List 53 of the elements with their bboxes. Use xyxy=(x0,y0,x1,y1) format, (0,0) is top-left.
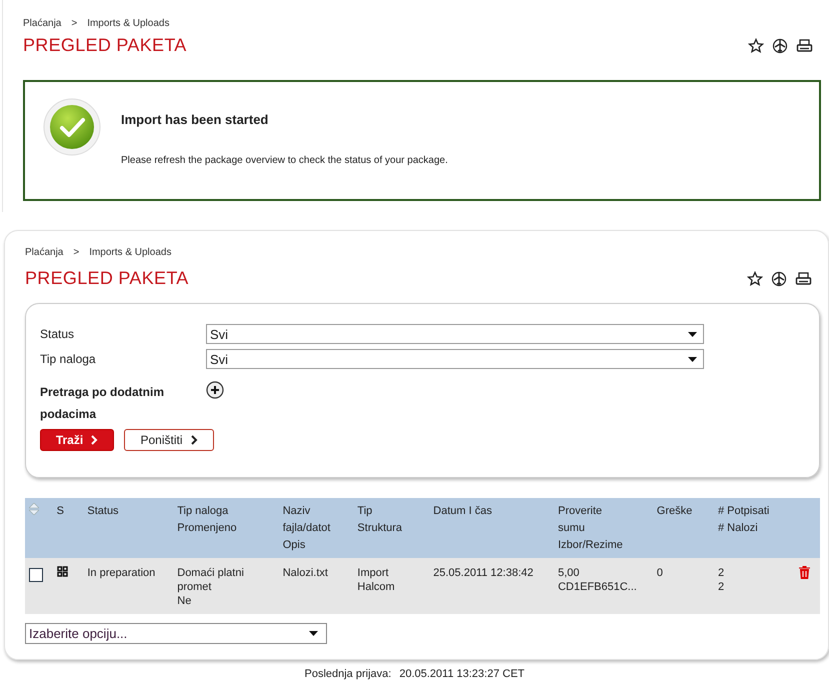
table-cell: In preparation xyxy=(83,558,174,614)
column-header: Status xyxy=(83,498,174,558)
print-icon[interactable] xyxy=(796,38,813,54)
caret-icon xyxy=(688,356,697,362)
filter-label: Tip naloga xyxy=(40,352,97,366)
page-title: PREGLED PAKETA xyxy=(23,35,187,56)
breadcrumb-link[interactable]: Imports & Uploads xyxy=(87,18,170,29)
table-cell: Nalozi.txt xyxy=(278,558,354,614)
plus-icon[interactable] xyxy=(206,381,224,399)
column-header: S xyxy=(52,498,84,558)
column-header: Datum I čas xyxy=(429,498,554,558)
message-text: Please refresh the package overview to check the status of your package. xyxy=(121,155,448,166)
breadcrumb-link[interactable]: Imports & Uploads xyxy=(89,247,172,258)
breadcrumb-separator: > xyxy=(71,18,78,29)
chevron-icon xyxy=(91,435,98,445)
grid-icon xyxy=(56,566,68,577)
column-header: Proverite sumu Izbor/Rezime xyxy=(554,498,653,558)
search-button[interactable]: Traži xyxy=(40,429,114,451)
column-header: Greške xyxy=(652,498,714,558)
last-login-value: 20.05.2011 13:23:27 CET xyxy=(399,668,524,680)
row-checkbox[interactable] xyxy=(29,568,43,582)
page-title: PREGLED PAKETA xyxy=(25,268,189,289)
trash-icon[interactable] xyxy=(798,566,810,579)
star-icon[interactable] xyxy=(747,270,763,286)
breadcrumb-link[interactable]: Plaćanja xyxy=(25,247,64,258)
column-header: # Potpisati # Nalozi xyxy=(714,498,795,558)
table-cell: Import Halcom xyxy=(353,558,430,614)
table-cell: 0 xyxy=(652,558,714,614)
caret-icon xyxy=(688,332,697,336)
dropdown-field[interactable]: Svi xyxy=(206,349,704,369)
table-cell: 25.05.2011 12:38:42 xyxy=(429,558,554,614)
column-header: Tip naloga Promenjeno xyxy=(173,498,279,558)
reset-button[interactable]: Poništiti xyxy=(124,429,214,451)
checkmark-icon xyxy=(43,98,101,156)
table-cell: 2 2 xyxy=(714,558,795,614)
column-header: Naziv fajla/datot Opis xyxy=(278,498,354,558)
extra-search-label: Pretraga po dodatnim podacima xyxy=(40,384,166,423)
print-icon[interactable] xyxy=(795,270,812,286)
filter-label: Status xyxy=(40,327,76,341)
breadcrumb-separator: > xyxy=(73,247,80,258)
action-dropdown[interactable]: Izaberite opciju... xyxy=(25,623,327,644)
chevron-icon xyxy=(190,435,198,445)
column-header: Tip Struktura xyxy=(353,498,430,558)
table-cell: Domaći platni promet Ne xyxy=(173,558,279,614)
plane-icon[interactable] xyxy=(771,270,787,286)
breadcrumb-link[interactable]: Plaćanja xyxy=(23,18,62,29)
message-title: Import has been started xyxy=(121,112,270,127)
table-cell: 5,00 CD1EFB651C... xyxy=(554,558,653,614)
plane-icon[interactable] xyxy=(772,38,788,54)
last-login-label: Poslednja prijava: xyxy=(304,668,392,680)
dropdown-field[interactable]: Svi xyxy=(206,324,704,344)
caret-icon xyxy=(309,631,318,636)
star-icon[interactable] xyxy=(748,38,764,54)
